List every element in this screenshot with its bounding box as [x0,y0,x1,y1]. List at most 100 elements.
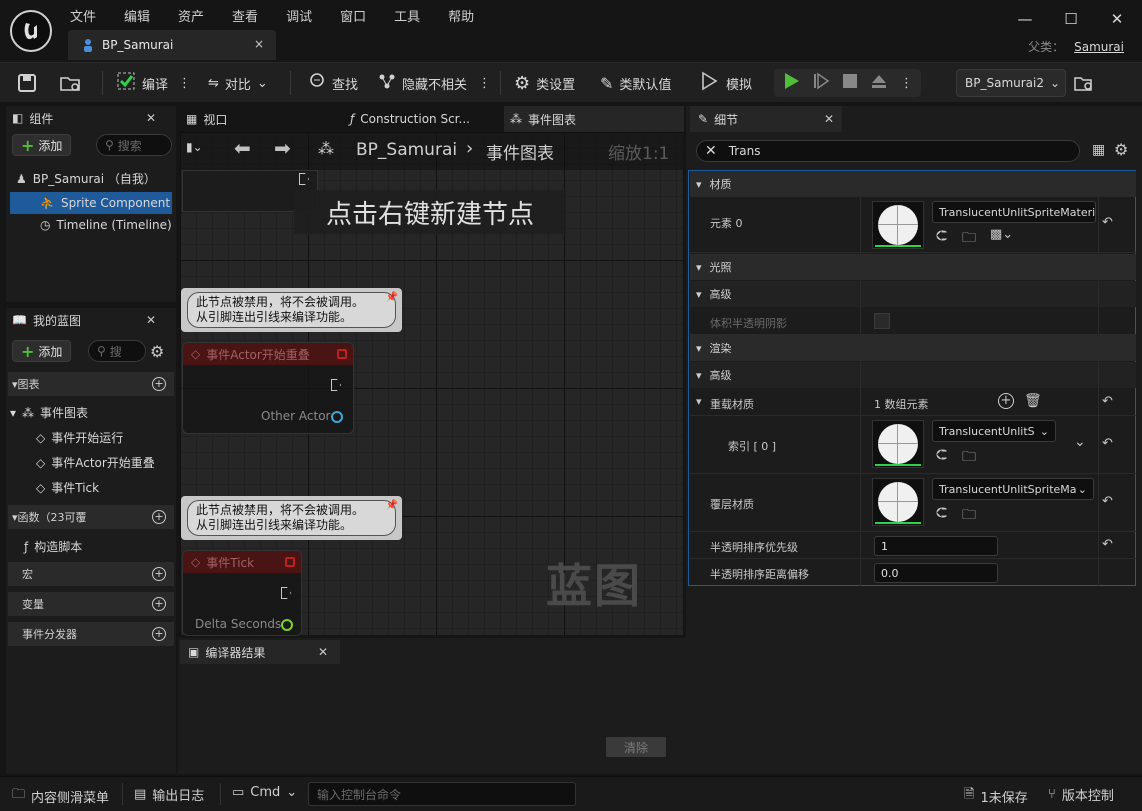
browse-folder-icon[interactable] [60,69,82,97]
play-options-icon[interactable]: ⋮ [900,76,913,91]
cmd-dropdown[interactable]: ▭ Cmd ⌄ [232,785,297,800]
dispatchers-section-header[interactable]: 事件分发器 + [8,622,174,646]
collapse-arrow-icon[interactable]: ▾ [696,395,702,408]
save-icon[interactable] [18,69,36,97]
material-thumbnail[interactable] [872,201,924,249]
add-function-icon[interactable]: + [152,510,166,524]
details-tab[interactable]: ✎ 细节 ✕ [690,106,842,132]
element-options-chevron-icon[interactable]: ⌄ [1074,434,1086,450]
disabled-comment-bubble[interactable]: 此节点被禁用，将不会被调用。 从引脚连出引线来编译功能。 📌 [181,288,402,332]
stop-icon[interactable] [842,73,858,93]
material-section-header[interactable]: ▾ 材质 [690,171,1136,197]
event-item[interactable]: ◇ 事件开始运行 [36,429,123,446]
compiler-results-tab[interactable]: ▣ 编译器结果 ✕ [180,640,340,664]
view-options-icon[interactable]: ▦ [1092,142,1105,158]
exec-out-pin[interactable] [331,379,341,391]
use-selected-icon[interactable]: ⮈ [936,227,947,245]
float-pin-icon[interactable] [281,619,293,631]
add-dispatcher-icon[interactable]: + [152,627,166,641]
compile-options-icon[interactable]: ⋮ [178,69,191,97]
event-tick-node[interactable]: ◇ 事件Tick Delta Seconds [182,550,302,636]
add-variable-icon[interactable]: + [152,597,166,611]
find-button[interactable]: 查找 [308,69,358,97]
reset-to-default-icon[interactable]: ↶ [1102,436,1113,451]
macros-section-header[interactable]: 宏 + [8,562,174,586]
simulate-button[interactable]: 模拟 [700,69,752,97]
material-thumbnail[interactable] [872,478,924,526]
event-item[interactable]: ◇ 事件Tick [36,479,99,496]
my-blueprint-search-input[interactable]: ⚲ 搜 [88,340,146,362]
breadcrumb-blueprint[interactable]: BP_Samurai [356,140,457,160]
pin-comment-icon[interactable]: 📌 [386,498,398,513]
clear-button[interactable]: 清除 [606,737,666,757]
use-selected-icon[interactable]: ⮈ [936,446,947,464]
use-selected-icon[interactable]: ⮈ [936,504,947,522]
gear-icon[interactable]: ⚙ [1114,140,1128,159]
eject-icon[interactable] [870,72,888,94]
source-control-button[interactable]: ⑂ 版本控制 [1048,785,1114,804]
checker-options-icon[interactable]: ▩⌄ [990,227,1013,242]
menu-tools[interactable]: 工具 [394,6,420,25]
hide-unrelated-button[interactable]: 隐藏不相关 [378,69,467,97]
tab-construction-script[interactable]: ƒ Construction Scr... [350,107,470,131]
event-actor-overlap-node[interactable]: ◇ 事件Actor开始重叠 Other Actor [182,342,354,434]
hide-options-icon[interactable]: ⋮ [478,69,491,97]
component-item-timeline[interactable]: ◷ Timeline (Timeline) [40,218,172,232]
menu-window[interactable]: 窗口 [340,6,366,25]
lighting-section-header[interactable]: ▾ 光照 [690,254,1136,280]
index-material-picker[interactable]: TranslucentUnlitS ⌄ [932,420,1056,442]
content-drawer-button[interactable]: 🗀 内容侧滑菜单 [12,785,109,807]
variables-section-header[interactable]: 变量 + [8,592,174,616]
tab-viewport[interactable]: ▦ 视口 [186,107,227,131]
bookmark-icon[interactable]: ▮⌄ [186,140,203,154]
unreal-logo-icon[interactable] [10,10,52,52]
unsaved-button[interactable]: 🗎 1未保存 [964,785,1028,807]
graphs-section-header[interactable]: ▾ 图表 + [8,372,174,396]
component-item-sprite[interactable]: ⛹ Sprite Component ( [10,192,172,214]
volumetric-shadow-checkbox[interactable] [874,313,890,329]
menu-file[interactable]: 文件 [70,6,96,25]
add-macro-icon[interactable]: + [152,567,166,581]
debug-object-dropdown[interactable]: BP_Samurai2 ⌄ [956,69,1066,97]
disabled-comment-bubble[interactable]: 此节点被禁用，将不会被调用。 从引脚连出引线来编译功能。 📌 [181,496,402,540]
menu-edit[interactable]: 编辑 [124,6,150,25]
gear-icon[interactable]: ⚙ [150,342,164,361]
sort-priority-input[interactable]: 1 [874,536,998,556]
close-panel-icon[interactable]: ✕ [318,645,328,659]
menu-asset[interactable]: 资产 [178,6,204,25]
browse-folder-icon[interactable]: 🗀 [962,504,976,528]
components-tab[interactable]: ◧ 组件 [12,106,53,130]
reset-to-default-icon[interactable]: ↶ [1102,494,1113,509]
pin-comment-icon[interactable]: 📌 [386,290,398,305]
console-command-input[interactable]: 输入控制台命令 [308,782,576,806]
menu-view[interactable]: 查看 [232,6,258,25]
reset-to-default-icon[interactable]: ↶ [1102,537,1113,552]
maximize-icon[interactable]: ☐ [1060,10,1082,28]
close-panel-icon[interactable]: ✕ [824,112,834,126]
browse-debug-icon[interactable] [1074,69,1094,97]
compile-button[interactable]: 编译 [116,69,168,97]
delegate-pin-icon[interactable] [285,557,295,567]
sort-offset-input[interactable]: 0.0 [874,563,998,583]
class-settings-button[interactable]: ⚙ 类设置 [514,69,575,97]
browse-folder-icon[interactable]: 🗀 [962,446,976,470]
component-root[interactable]: ♟ BP_Samurai （自我） [16,170,156,187]
close-tab-icon[interactable]: × [254,37,264,51]
my-blueprint-tab[interactable]: 📖 我的蓝图 [12,308,81,332]
details-search-input[interactable]: ✕ Trans [696,140,1080,162]
rendering-section-header[interactable]: ▾ 渲染 [690,335,1136,361]
play-icon[interactable] [782,72,800,94]
clear-search-icon[interactable]: ✕ [705,143,717,159]
overlay-material-picker[interactable]: TranslucentUnlitSpriteMa ⌄ [932,478,1094,500]
event-item[interactable]: ◇ 事件Actor开始重叠 [36,454,155,471]
menu-debug[interactable]: 调试 [286,6,312,25]
add-member-button[interactable]: + 添加 [12,340,72,362]
rendering-advanced-header[interactable]: ▾ 高级 [690,362,1136,388]
add-graph-icon[interactable]: + [152,377,166,391]
exec-out-pin[interactable] [281,587,291,599]
delegate-pin-icon[interactable] [337,349,347,359]
tab-event-graph[interactable]: ⁂ 事件图表 [504,106,684,132]
parent-class-link[interactable]: Samurai [1074,40,1124,54]
material-asset-picker[interactable]: TranslucentUnlitSpriteMaterial [932,201,1096,223]
object-pin-icon[interactable] [331,411,343,423]
